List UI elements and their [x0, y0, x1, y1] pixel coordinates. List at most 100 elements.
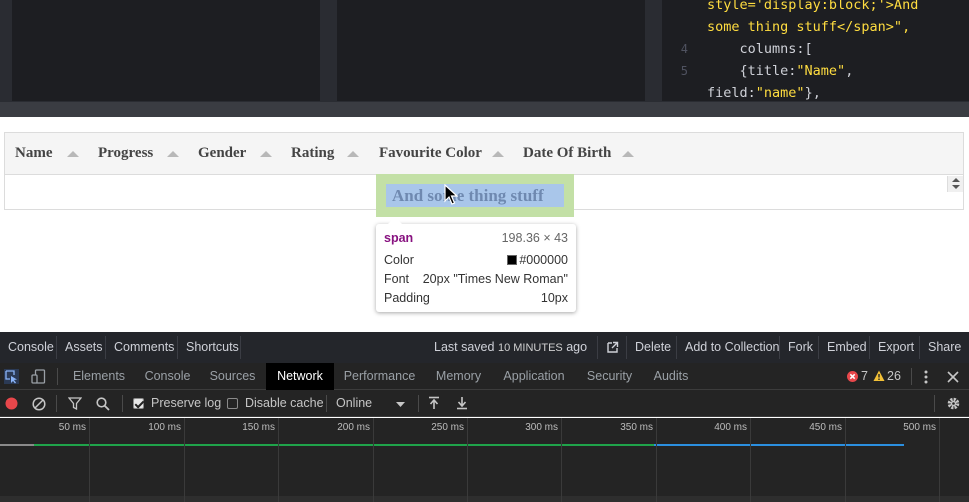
- timeline-gridline: [656, 418, 657, 502]
- sort-arrow-icon[interactable]: [260, 151, 272, 157]
- device-toolbar-icon[interactable]: [31, 369, 46, 384]
- preserve-log-label[interactable]: Preserve log: [151, 390, 221, 417]
- code-text: field:"name"},: [707, 82, 821, 101]
- column-header-rating[interactable]: Rating: [291, 145, 334, 162]
- close-icon[interactable]: [947, 371, 959, 383]
- tab-sources[interactable]: Sources: [203, 363, 262, 390]
- tab-elements[interactable]: Elements: [66, 363, 132, 390]
- tab-console[interactable]: Console: [136, 363, 199, 390]
- export-button[interactable]: Export: [878, 332, 914, 363]
- timeline-label: 100 ms: [148, 422, 181, 433]
- timeline-bar-gray: [0, 444, 34, 446]
- editor-resize-bar[interactable]: [0, 101, 969, 117]
- timeline-gridline: [467, 418, 468, 502]
- tab-network[interactable]: Network: [266, 363, 334, 390]
- timeline-gridline: [278, 418, 279, 502]
- code-line[interactable]: some thing stuff</span>",: [662, 16, 969, 38]
- sort-arrow-icon[interactable]: [67, 151, 79, 157]
- disable-cache-checkbox[interactable]: [227, 398, 238, 409]
- sort-arrow-icon[interactable]: [622, 151, 634, 157]
- add-to-collection-button[interactable]: Add to Collection: [685, 332, 780, 363]
- css-editor-pane[interactable]: [337, 0, 645, 101]
- html-editor-pane[interactable]: [12, 0, 320, 101]
- divider: [418, 395, 419, 412]
- tab-security[interactable]: Security: [578, 363, 641, 390]
- timeline-gridline: [373, 418, 374, 502]
- tooltip-font-value: 20px "Times New Roman": [422, 272, 568, 286]
- clear-icon[interactable]: [32, 397, 46, 411]
- throttle-select[interactable]: Online: [336, 390, 372, 417]
- code-line[interactable]: 4 columns:[: [662, 38, 969, 60]
- last-saved-suffix: ago: [566, 340, 588, 354]
- error-icon[interactable]: [847, 371, 858, 382]
- timeline-label: 300 ms: [525, 422, 558, 433]
- tab-audits[interactable]: Audits: [645, 363, 697, 390]
- sort-arrow-icon[interactable]: [492, 151, 504, 157]
- record-icon[interactable]: [5, 397, 18, 410]
- inspect-tooltip: span 198.36 × 43 Color #000000 Font 20px…: [376, 217, 576, 312]
- code-text: style='display:block;'>And: [707, 0, 918, 16]
- column-header-gender[interactable]: Gender: [198, 145, 246, 162]
- preserve-log-checkbox[interactable]: [133, 398, 144, 409]
- js-editor-pane[interactable]: style='display:block;'>And some thing stu…: [662, 0, 969, 101]
- divider: [818, 336, 819, 359]
- code-line[interactable]: 5 {title:"Name",: [662, 60, 969, 82]
- import-har-icon[interactable]: [428, 396, 440, 410]
- shortcuts-button[interactable]: Shortcuts: [186, 332, 239, 363]
- table-scrollbar[interactable]: [947, 176, 963, 192]
- tab-application[interactable]: Application: [494, 363, 574, 390]
- highlight-content-box: And some thing stuff: [386, 184, 564, 207]
- sort-arrow-icon[interactable]: [167, 151, 179, 157]
- timeline-label: 50 ms: [58, 422, 86, 433]
- disable-cache-label[interactable]: Disable cache: [245, 390, 324, 417]
- delete-button[interactable]: Delete: [635, 332, 671, 363]
- timeline-bar-blue: [654, 444, 904, 446]
- tooltip-color-value-wrap: #000000: [507, 251, 568, 269]
- chevron-down-icon[interactable]: [396, 402, 405, 407]
- scroll-up-icon[interactable]: [952, 178, 960, 182]
- embed-button[interactable]: Embed: [827, 332, 867, 363]
- divider: [911, 368, 912, 385]
- devtools-tab-bar: Elements Console Sources Network Performance…: [0, 363, 969, 390]
- tooltip-size: 198.36 × 43: [501, 231, 568, 245]
- divider: [240, 336, 241, 359]
- error-count[interactable]: 7: [861, 363, 868, 390]
- warning-icon[interactable]: [873, 370, 885, 382]
- console-button[interactable]: Console: [8, 332, 54, 363]
- search-icon[interactable]: [96, 397, 110, 411]
- more-options-icon[interactable]: [923, 370, 929, 384]
- timeline-label: 200 ms: [337, 422, 370, 433]
- sort-arrow-icon[interactable]: [347, 151, 359, 157]
- timeline-label: 400 ms: [714, 422, 747, 433]
- code-line[interactable]: style='display:block;'>And: [662, 0, 969, 16]
- column-header-name[interactable]: Name: [15, 145, 53, 162]
- network-timeline[interactable]: 50 ms 100 ms 150 ms 200 ms 250 ms 300 ms 350 m…: [0, 418, 969, 502]
- divider: [326, 395, 327, 412]
- divider: [56, 336, 57, 359]
- code-token: "name": [755, 85, 805, 101]
- tooltip-tag: span: [384, 231, 414, 245]
- timeline-label: 450 ms: [809, 422, 842, 433]
- scroll-down-icon[interactable]: [952, 185, 960, 189]
- fork-button[interactable]: Fork: [788, 332, 813, 363]
- warning-count[interactable]: 26: [887, 363, 901, 390]
- divider: [919, 336, 920, 359]
- timeline-label: 350 ms: [620, 422, 653, 433]
- gear-icon[interactable]: [946, 396, 961, 411]
- column-header-progress[interactable]: Progress: [98, 145, 153, 162]
- export-har-icon[interactable]: [456, 396, 468, 410]
- inspect-element-icon[interactable]: [4, 369, 19, 384]
- comments-button[interactable]: Comments: [114, 332, 174, 363]
- code-token: {title:: [707, 63, 797, 79]
- filter-icon[interactable]: [68, 397, 82, 410]
- code-line[interactable]: field:"name"},: [662, 82, 969, 101]
- tab-performance[interactable]: Performance: [336, 363, 423, 390]
- column-header-favourite-color[interactable]: Favourite Color: [379, 145, 482, 162]
- open-new-window-icon[interactable]: [606, 341, 619, 354]
- timeline-gridline: [89, 418, 90, 502]
- share-button[interactable]: Share: [928, 332, 961, 363]
- tab-memory[interactable]: Memory: [427, 363, 490, 390]
- column-header-date-of-birth[interactable]: Date Of Birth: [523, 145, 611, 162]
- assets-button[interactable]: Assets: [65, 332, 103, 363]
- code-token: columns:[: [707, 41, 813, 57]
